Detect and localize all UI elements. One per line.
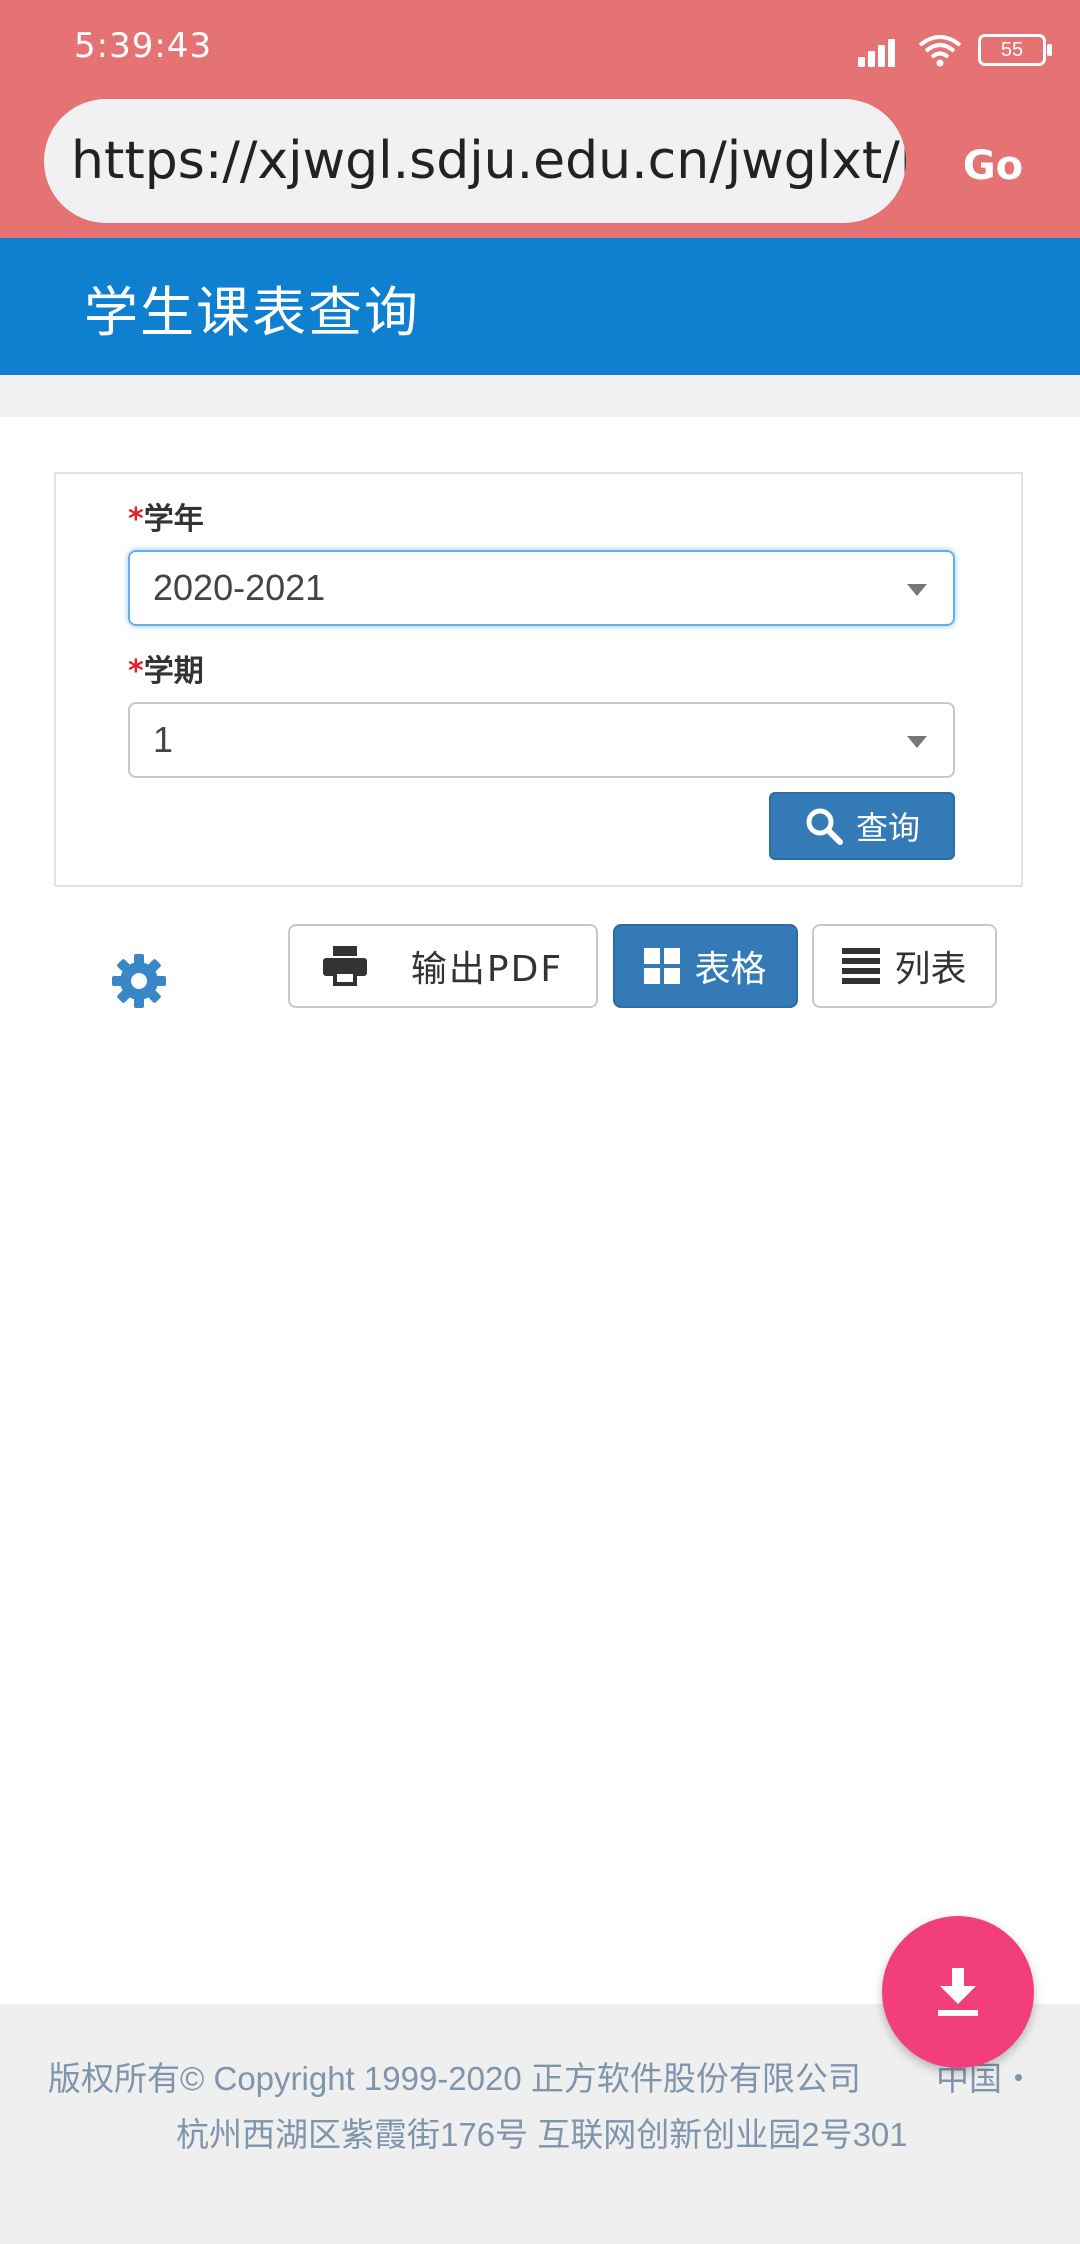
search-button-label: 查询: [855, 809, 920, 847]
printer-icon: [322, 946, 367, 986]
list-view-button[interactable]: 列表: [812, 924, 997, 1008]
term-select-value: 1: [153, 719, 174, 760]
chevron-down-icon: [907, 736, 927, 748]
year-label: *学年: [128, 494, 204, 538]
year-label-text: 学年: [143, 502, 204, 537]
footer-copyright: 版权所有© Copyright 1999-2020 正方软件股份有限公司: [48, 2060, 861, 2097]
page-header: 学生课表查询: [0, 238, 1080, 375]
term-select[interactable]: 1: [128, 702, 955, 778]
status-icons: 55: [858, 30, 1052, 70]
export-pdf-button[interactable]: 输出PDF: [288, 924, 598, 1008]
page-title: 学生课表查询: [84, 281, 420, 344]
wifi-icon: [918, 35, 962, 67]
signal-icon: [858, 33, 902, 67]
url-text: https://xjwgl.sdju.edu.cn/jwglxt/kbcx/xs…: [71, 131, 906, 191]
table-view-button[interactable]: 表格: [613, 924, 798, 1008]
battery-level: 55: [1000, 38, 1024, 61]
year-select[interactable]: 2020-2021: [128, 550, 955, 626]
gear-icon[interactable]: [110, 952, 168, 1010]
download-icon: [938, 1968, 978, 2016]
required-mark: *: [128, 502, 144, 537]
footer-address: 杭州西湖区紫霞街176号 互联网创新创业园2号301: [176, 2116, 908, 2153]
status-time: 5:39:43: [74, 26, 213, 66]
query-form: *学年 2020-2021 *学期 1 查询: [54, 472, 1023, 887]
download-button[interactable]: [882, 1916, 1034, 2068]
search-icon: [806, 808, 843, 845]
browser-top-bar: 5:39:43 55 https://xjwgl.sdju.edu.cn/jwg…: [0, 0, 1080, 238]
divider-strip: [0, 375, 1080, 417]
export-pdf-label: 输出PDF: [410, 949, 564, 990]
term-label: *学期: [128, 646, 204, 690]
required-mark: *: [128, 654, 144, 689]
chevron-down-icon: [907, 584, 927, 596]
year-select-value: 2020-2021: [153, 567, 326, 608]
list-view-label: 列表: [894, 949, 967, 990]
go-button[interactable]: Go: [950, 136, 1036, 196]
list-icon: [842, 948, 881, 984]
url-input[interactable]: https://xjwgl.sdju.edu.cn/jwglxt/kbcx/xs…: [44, 99, 906, 223]
grid-icon: [644, 948, 681, 984]
term-label-text: 学期: [143, 654, 204, 689]
table-view-label: 表格: [694, 949, 767, 990]
battery-icon: 55: [978, 34, 1052, 66]
search-button[interactable]: 查询: [769, 792, 955, 860]
